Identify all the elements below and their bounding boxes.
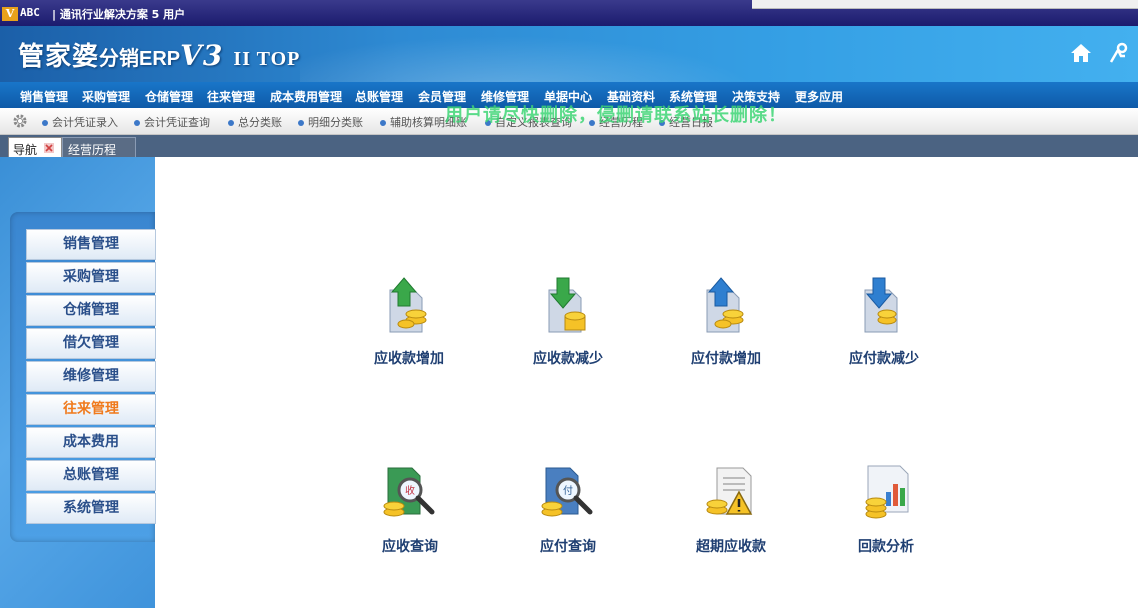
submenu-label: 会计凭证查询 bbox=[144, 116, 210, 129]
menu-accounts[interactable]: 往来管理 bbox=[207, 88, 255, 105]
sidebar-item-system[interactable]: 系统管理 bbox=[26, 493, 156, 524]
gear-icon[interactable] bbox=[12, 113, 28, 129]
sidebar-item-borrow[interactable]: 借欠管理 bbox=[26, 328, 156, 359]
search-doc-icon: 收 bbox=[383, 467, 435, 517]
tab-label: 经营历程 bbox=[68, 143, 117, 157]
window-caption: | 通讯行业解决方案 5 用户 bbox=[52, 8, 186, 21]
tab-navigation[interactable]: 导航 bbox=[8, 137, 62, 158]
submenu-label: 明细分类账 bbox=[308, 116, 363, 129]
pay-badge: 付 bbox=[563, 484, 573, 497]
banner-decoration bbox=[300, 26, 800, 82]
menu-more-apps[interactable]: 更多应用 bbox=[795, 88, 843, 105]
submenu-voucher-entry[interactable]: 会计凭证录入 bbox=[42, 114, 118, 130]
bullet-icon bbox=[42, 120, 48, 126]
bullet-icon bbox=[134, 120, 140, 126]
sidebar-item-ledger[interactable]: 总账管理 bbox=[26, 460, 156, 491]
titlebar-blank-area bbox=[752, 0, 1138, 9]
money-up-icon bbox=[389, 277, 427, 333]
tile-label: 回款分析 bbox=[858, 539, 914, 555]
menu-cost[interactable]: 成本费用管理 bbox=[270, 88, 342, 105]
brand-sub: 分销ERP bbox=[99, 48, 181, 70]
tile-label: 应收款增加 bbox=[374, 351, 444, 367]
sidebar-item-warehouse[interactable]: 仓储管理 bbox=[26, 295, 156, 326]
close-icon[interactable] bbox=[44, 143, 54, 153]
watermark-text: 用户请尽快删除，侵删请联系站长删除！ bbox=[445, 105, 787, 126]
tile-receivable-increase[interactable]: 应收款增加 bbox=[349, 276, 469, 386]
bullet-icon bbox=[380, 120, 386, 126]
search-doc-icon: 付 bbox=[541, 467, 593, 517]
warning-doc-icon bbox=[706, 467, 753, 515]
menu-sales[interactable]: 销售管理 bbox=[20, 88, 68, 105]
menu-purchase[interactable]: 采购管理 bbox=[82, 88, 130, 105]
money-down-icon bbox=[548, 277, 586, 333]
sidebar-item-purchase[interactable]: 采购管理 bbox=[26, 262, 156, 293]
tile-label: 应付款增加 bbox=[691, 351, 761, 367]
brand-logo: 管家婆分销ERPV3 II TOP bbox=[18, 36, 300, 73]
person-icon[interactable] bbox=[1108, 42, 1130, 64]
app-short-name: ABC bbox=[20, 6, 40, 19]
tab-bar: 导航 经营历程 bbox=[0, 135, 1138, 158]
submenu-general-ledger[interactable]: 总分类账 bbox=[228, 114, 282, 130]
bullet-icon bbox=[228, 120, 234, 126]
submenu-label: 总分类账 bbox=[238, 116, 282, 129]
brand-version: V3 bbox=[180, 39, 224, 72]
tile-payable-query[interactable]: 付 应付查询 bbox=[508, 464, 628, 574]
tile-label: 应收查询 bbox=[382, 539, 438, 555]
sidebar-item-repair[interactable]: 维修管理 bbox=[26, 361, 156, 392]
window-titlebar: V ABC | 通讯行业解决方案 5 用户 bbox=[0, 0, 1138, 26]
tile-payable-increase[interactable]: 应付款增加 bbox=[666, 276, 786, 386]
tile-label: 应收款减少 bbox=[533, 351, 603, 367]
sidebar-item-cost[interactable]: 成本费用 bbox=[26, 427, 156, 458]
sidebar-item-sales[interactable]: 销售管理 bbox=[26, 229, 156, 260]
brand-edition: II TOP bbox=[233, 48, 301, 70]
app-logo-icon: V bbox=[2, 7, 18, 21]
submenu-voucher-query[interactable]: 会计凭证查询 bbox=[134, 114, 210, 130]
tile-label: 应付查询 bbox=[540, 539, 596, 555]
tile-label: 应付款减少 bbox=[849, 351, 919, 367]
tile-overdue-receivable[interactable]: 超期应收款 bbox=[671, 464, 791, 574]
tile-payable-decrease[interactable]: 应付款减少 bbox=[824, 276, 944, 386]
money-up-icon bbox=[706, 277, 744, 333]
header-banner: 管家婆分销ERPV3 II TOP bbox=[0, 26, 1138, 82]
tile-label: 超期应收款 bbox=[696, 539, 766, 555]
chart-doc-icon bbox=[865, 465, 909, 519]
money-down-icon bbox=[864, 277, 898, 333]
tab-label: 导航 bbox=[13, 143, 38, 157]
tile-collection-analysis[interactable]: 回款分析 bbox=[826, 464, 946, 574]
menu-ledger[interactable]: 总账管理 bbox=[355, 88, 403, 105]
tab-business-history[interactable]: 经营历程 bbox=[62, 137, 136, 158]
sidebar-item-accounts[interactable]: 往来管理 bbox=[26, 394, 156, 425]
tile-receivable-query[interactable]: 收 应收查询 bbox=[350, 464, 470, 574]
bullet-icon bbox=[298, 120, 304, 126]
brand-main: 管家婆 bbox=[18, 42, 100, 72]
submenu-label: 会计凭证录入 bbox=[52, 116, 118, 129]
home-icon[interactable] bbox=[1070, 42, 1092, 64]
menu-warehouse[interactable]: 仓储管理 bbox=[145, 88, 193, 105]
left-sidebar: 销售管理 采购管理 仓储管理 借欠管理 维修管理 往来管理 成本费用 总账管理 … bbox=[0, 157, 156, 608]
receive-badge: 收 bbox=[405, 484, 415, 497]
tile-receivable-decrease[interactable]: 应收款减少 bbox=[508, 276, 628, 386]
submenu-detail-ledger[interactable]: 明细分类账 bbox=[298, 114, 363, 130]
